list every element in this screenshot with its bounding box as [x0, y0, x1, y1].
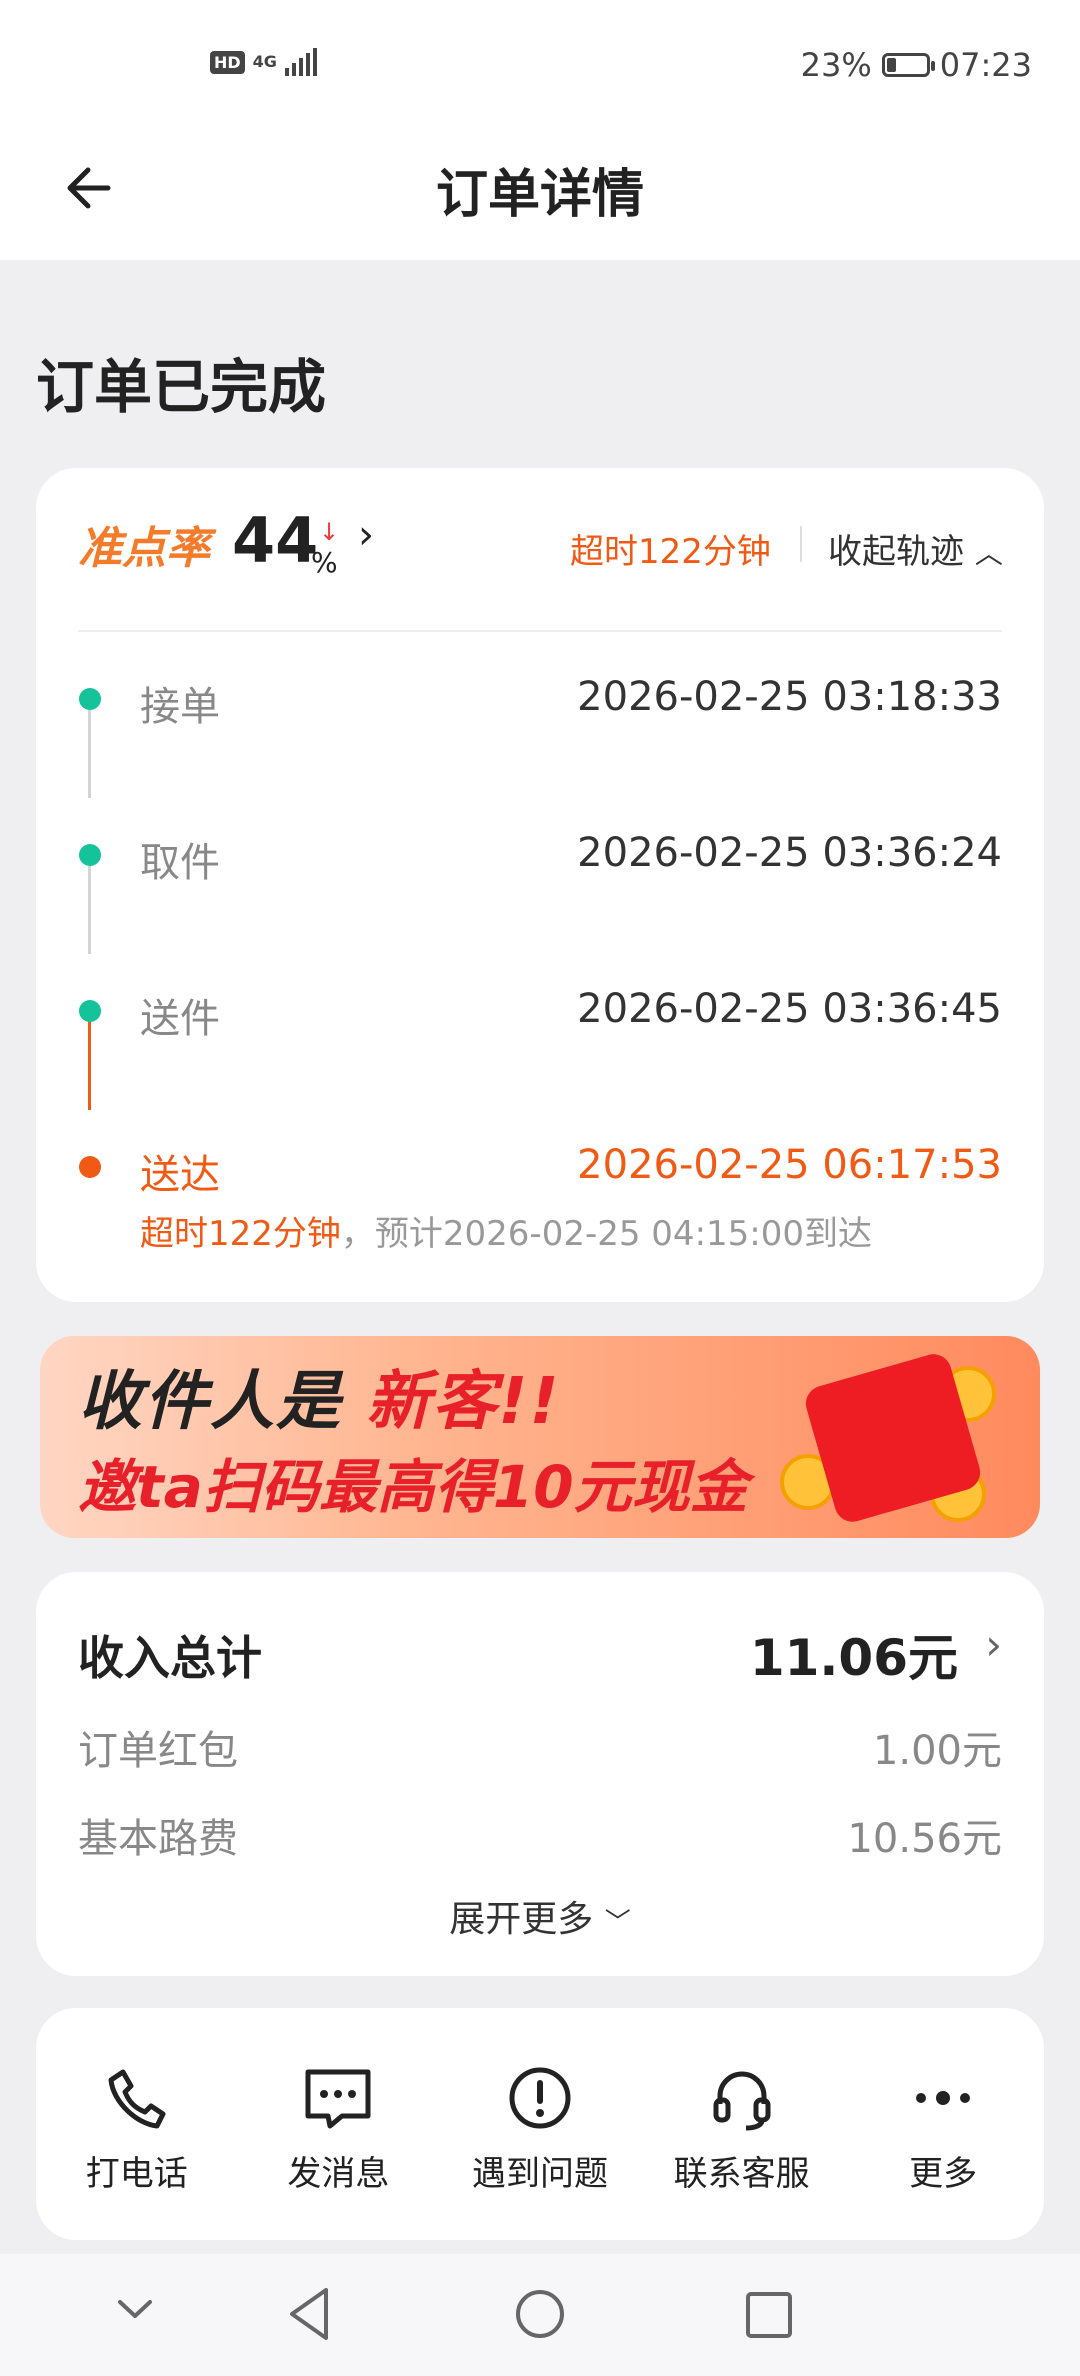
app-header: 订单详情	[0, 130, 1080, 260]
timeline-time: 2026-02-25 06:17:53	[577, 1142, 1002, 1188]
signal-icon	[284, 48, 317, 76]
report-problem-label: 遇到问题	[471, 2154, 608, 2194]
income-item-value: 10.56元	[847, 1816, 1002, 1862]
promo-banner[interactable]: 收件人是 新客!! 邀ta扫码最高得10元现金	[40, 1336, 1040, 1538]
report-problem-button[interactable]: 遇到问题	[440, 2008, 640, 2240]
order-status-heading: 订单已完成	[36, 353, 327, 421]
recent-apps-icon[interactable]	[740, 2284, 798, 2344]
home-circle-icon[interactable]	[511, 2284, 569, 2344]
action-bar: 打电话 发消息 遇到问题 联系客服 更多	[36, 2008, 1044, 2240]
divider	[800, 526, 802, 562]
signal-indicators: HD 4G	[210, 48, 317, 76]
chevron-up-icon: ︿	[974, 537, 1003, 570]
timeline-label: 接单	[140, 684, 220, 730]
clock: 07:23	[939, 46, 1032, 84]
banner-headline: 收件人是 新客!!	[78, 1350, 561, 1442]
timeline-time: 2026-02-25 03:36:24	[577, 830, 1002, 876]
timeline-connector	[88, 1016, 91, 1110]
chevron-right-icon[interactable]: ›	[358, 512, 374, 558]
expand-more-button[interactable]: 展开更多 ﹀	[36, 1890, 1044, 1942]
income-card: 收入总计 11.06元 › 订单红包 1.00元 基本路费 10.56元 展开更…	[36, 1572, 1044, 1976]
customer-service-button[interactable]: 联系客服	[642, 2008, 842, 2240]
message-icon	[305, 2069, 371, 2129]
income-item-label: 订单红包	[78, 1728, 238, 1774]
more-button[interactable]: 更多	[843, 2008, 1043, 2240]
back-triangle-icon[interactable]	[282, 2284, 338, 2344]
headset-icon	[713, 2071, 771, 2131]
status-bar: HD 4G 23% 07:23	[0, 0, 1080, 130]
timeline-dot	[79, 688, 101, 710]
banner-headline-highlight: 新客!!	[366, 1365, 561, 1439]
chevron-right-icon[interactable]: ›	[985, 1620, 1002, 1669]
timeline-time: 2026-02-25 03:18:33	[577, 674, 1002, 720]
income-total[interactable]: 11.06元	[750, 1618, 958, 1690]
call-button[interactable]: 打电话	[37, 2008, 237, 2240]
percent-sign: %	[311, 546, 338, 579]
call-label: 打电话	[85, 2154, 188, 2194]
ontime-label[interactable]: 准点率	[78, 512, 210, 576]
alert-icon	[509, 2067, 571, 2129]
timeline-dot	[79, 1000, 101, 1022]
divider	[78, 630, 1002, 632]
delivery-note-expected: ，预计2026-02-25 04:15:00到达	[340, 1214, 873, 1254]
chevron-down-icon: ﹀	[604, 1908, 631, 1938]
page-title: 订单详情	[435, 165, 644, 225]
timeline-label: 取件	[140, 840, 220, 886]
timeline-dot	[79, 844, 101, 866]
delivery-note-overdue: 超时122分钟	[140, 1214, 341, 1254]
income-item-value: 1.00元	[872, 1728, 1002, 1774]
more-icon	[916, 2091, 971, 2105]
battery-percent: 23%	[800, 46, 872, 84]
collapse-track-button[interactable]: 收起轨迹 ︿	[828, 524, 1003, 573]
banner-subline: 邀ta扫码最高得10元现金	[78, 1453, 748, 1521]
timeline-connector	[88, 860, 91, 954]
timeline-time: 2026-02-25 03:36:45	[577, 986, 1002, 1032]
message-button[interactable]: 发消息	[238, 2008, 438, 2240]
down-arrow-icon: ↓	[319, 518, 340, 546]
delivery-note: 超时122分钟，预计2026-02-25 04:15:00到达	[140, 1206, 872, 1255]
message-label: 发消息	[287, 2154, 390, 2194]
hd-badge: HD	[210, 50, 245, 74]
timeline-connector	[88, 704, 91, 798]
timeline-label: 送件	[140, 996, 220, 1042]
income-item-label: 基本路费	[78, 1816, 238, 1862]
network-type: 4G	[252, 52, 277, 71]
more-label: 更多	[909, 2154, 978, 2194]
ontime-value[interactable]: 44	[232, 504, 318, 577]
system-nav-bar	[0, 2254, 1080, 2376]
phone-icon	[108, 2069, 166, 2129]
overdue-text: 超时122分钟	[570, 532, 771, 572]
timeline-label: 送达	[140, 1152, 220, 1198]
battery-icon	[881, 53, 935, 77]
status-right: 23% 07:23	[801, 46, 1032, 84]
expand-more-label: 展开更多	[449, 1899, 594, 1940]
order-track-card: 准点率 44 ↓ % › 超时122分钟 收起轨迹 ︿ 接单 2026-02-2…	[36, 468, 1044, 1302]
ontime-percent: ↓ %	[311, 518, 341, 579]
collapse-track-label: 收起轨迹	[828, 532, 964, 572]
timeline-dot	[79, 1156, 101, 1178]
banner-headline-prefix: 收件人是	[78, 1365, 342, 1439]
income-title: 收入总计	[78, 1631, 262, 1685]
customer-service-label: 联系客服	[673, 2154, 810, 2194]
chevron-down-icon[interactable]	[110, 2284, 160, 2334]
